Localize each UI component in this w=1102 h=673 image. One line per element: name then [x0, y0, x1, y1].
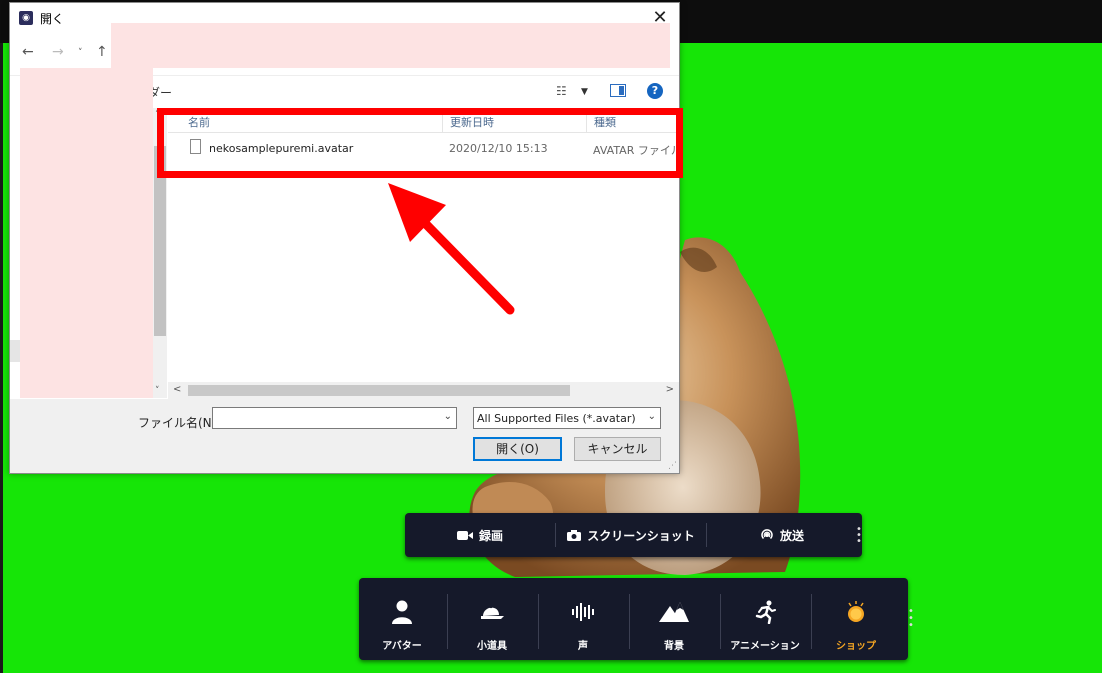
coin-icon: [848, 601, 864, 622]
scroll-left-icon[interactable]: <: [173, 384, 181, 395]
record-button[interactable]: 録画: [405, 513, 555, 557]
screenshot-label: スクリーンショット: [587, 528, 695, 543]
avatar-button[interactable]: アバター: [359, 578, 445, 660]
broadcast-label: 放送: [779, 528, 804, 543]
preview-pane-icon[interactable]: [610, 84, 626, 97]
person-icon: [392, 600, 412, 624]
redacted-address-bar: [111, 23, 670, 68]
filename-dropdown-chevron-icon[interactable]: ⌄: [444, 411, 452, 422]
more-options-icon[interactable]: • • •: [908, 607, 914, 631]
background-button[interactable]: 背景: [631, 578, 717, 660]
filetype-chevron-icon[interactable]: ⌄: [648, 411, 656, 422]
forward-arrow-icon[interactable]: →: [52, 44, 64, 60]
horizontal-scroll-thumb[interactable]: [188, 385, 570, 396]
filetype-selected[interactable]: All Supported Files (*.avatar): [477, 412, 636, 425]
horizontal-scrollbar[interactable]: < >: [168, 382, 679, 399]
more-options-icon[interactable]: • • •: [856, 525, 862, 547]
props-label: 小道具: [477, 641, 507, 652]
avatar-label: アバター: [382, 641, 422, 652]
background-label: 背景: [664, 641, 684, 652]
highlight-box: [157, 108, 683, 178]
toolbar-divider: [629, 594, 630, 649]
running-icon: [755, 600, 776, 624]
scroll-right-icon[interactable]: >: [666, 384, 674, 395]
filetype-select[interactable]: All Supported Files (*.avatar) ⌄: [473, 407, 661, 429]
toolbar-divider: [538, 594, 539, 649]
up-arrow-icon[interactable]: ↑: [96, 44, 108, 60]
broadcast-icon: [761, 529, 773, 540]
scroll-down-icon[interactable]: ˅: [155, 386, 160, 396]
cancel-button[interactable]: キャンセル: [574, 437, 661, 461]
open-file-dialog: ◉ 開く ✕ ← → ˅ ↑ ダー ☷ ▼ ? ˄ ˅ 名前 更新日時 種類 n…: [9, 2, 682, 474]
open-button[interactable]: 開く(O): [473, 437, 562, 461]
animation-button[interactable]: アニメーション: [722, 578, 808, 660]
view-options-icon[interactable]: ☷: [556, 84, 567, 98]
filename-label: ファイル名(N):: [138, 416, 221, 430]
voice-button[interactable]: 声: [540, 578, 626, 660]
props-button[interactable]: 小道具: [449, 578, 535, 660]
screenshot-button[interactable]: スクリーンショット: [556, 513, 706, 557]
camera-icon: [567, 529, 582, 541]
dialog-title: 開く: [40, 12, 65, 26]
filename-input[interactable]: ⌄: [212, 407, 457, 429]
left-edge: [0, 43, 3, 673]
back-arrow-icon[interactable]: ←: [22, 44, 34, 60]
redacted-navigation-pane: [20, 68, 153, 398]
voice-label: 声: [578, 641, 588, 652]
broadcast-button[interactable]: 放送: [707, 513, 857, 557]
recent-locations-chevron-icon[interactable]: ˅: [78, 48, 83, 58]
video-camera-icon: [456, 530, 473, 540]
help-icon[interactable]: ?: [647, 83, 663, 99]
dialog-footer: ファイル名(N): ⌄ All Supported Files (*.avata…: [10, 399, 679, 473]
toolbar-divider: [447, 594, 448, 649]
animation-label: アニメーション: [730, 641, 800, 652]
main-toolbar: アバター 小道具 声 背景 アニメーション ショップ • • •: [359, 578, 914, 660]
app-icon: ◉: [19, 11, 33, 25]
mountain-icon: [659, 602, 689, 622]
cap-icon: [481, 605, 504, 619]
view-dropdown-chevron-icon[interactable]: ▼: [581, 87, 588, 97]
record-toolbar: 録画 スクリーンショット 放送 • • •: [405, 513, 862, 557]
toolbar-divider: [720, 594, 721, 649]
record-label: 録画: [478, 528, 503, 543]
toolbar-divider: [811, 594, 812, 649]
shop-label: ショップ: [836, 641, 876, 652]
shop-button[interactable]: ショップ: [813, 578, 899, 660]
resize-grip-icon[interactable]: ⋰: [668, 461, 677, 471]
soundwave-icon: [572, 603, 594, 621]
